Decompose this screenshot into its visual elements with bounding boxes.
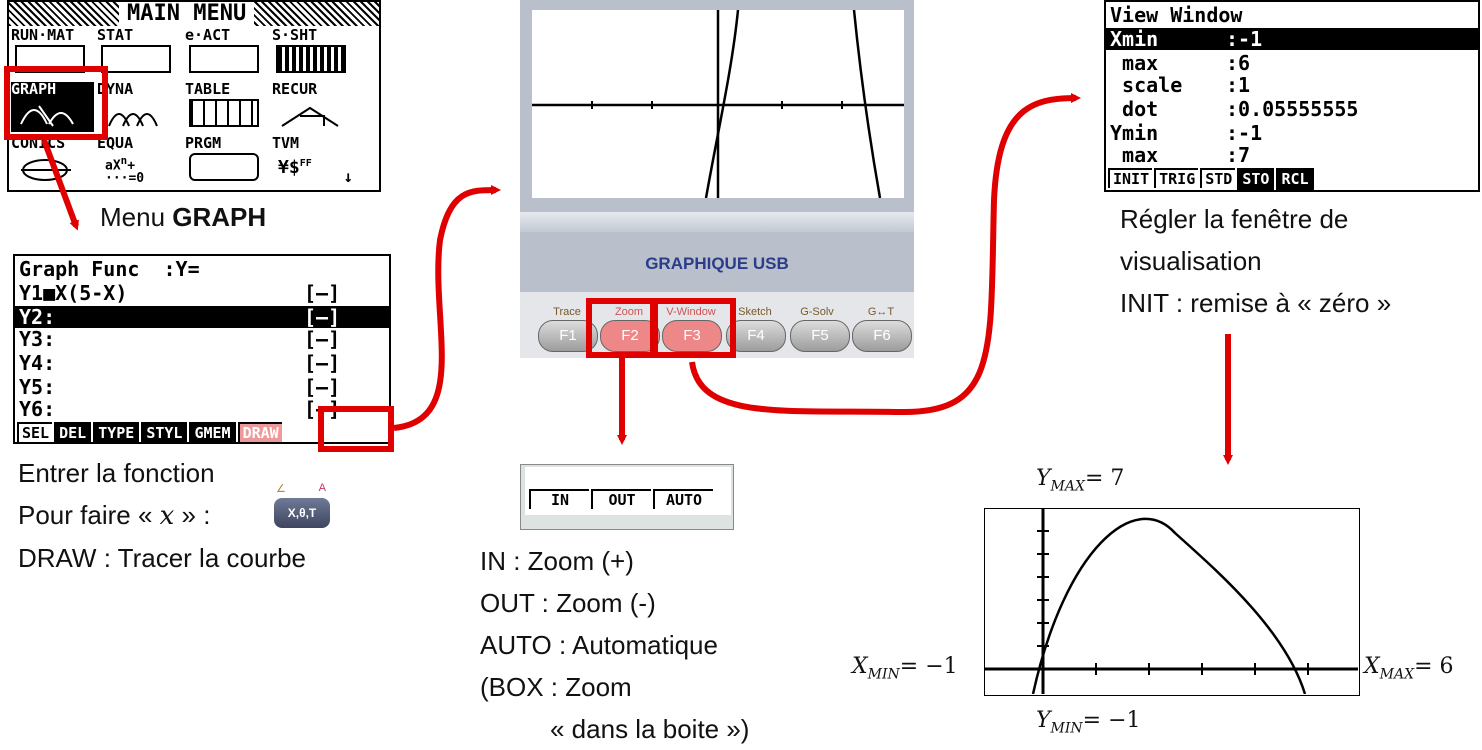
arrow-draw-to-calculator xyxy=(393,185,501,431)
arrow-menu-to-graphfunc xyxy=(41,138,79,231)
arrow-vwindow-to-viewwindow xyxy=(689,93,1081,416)
flow-arrows xyxy=(41,93,1233,465)
